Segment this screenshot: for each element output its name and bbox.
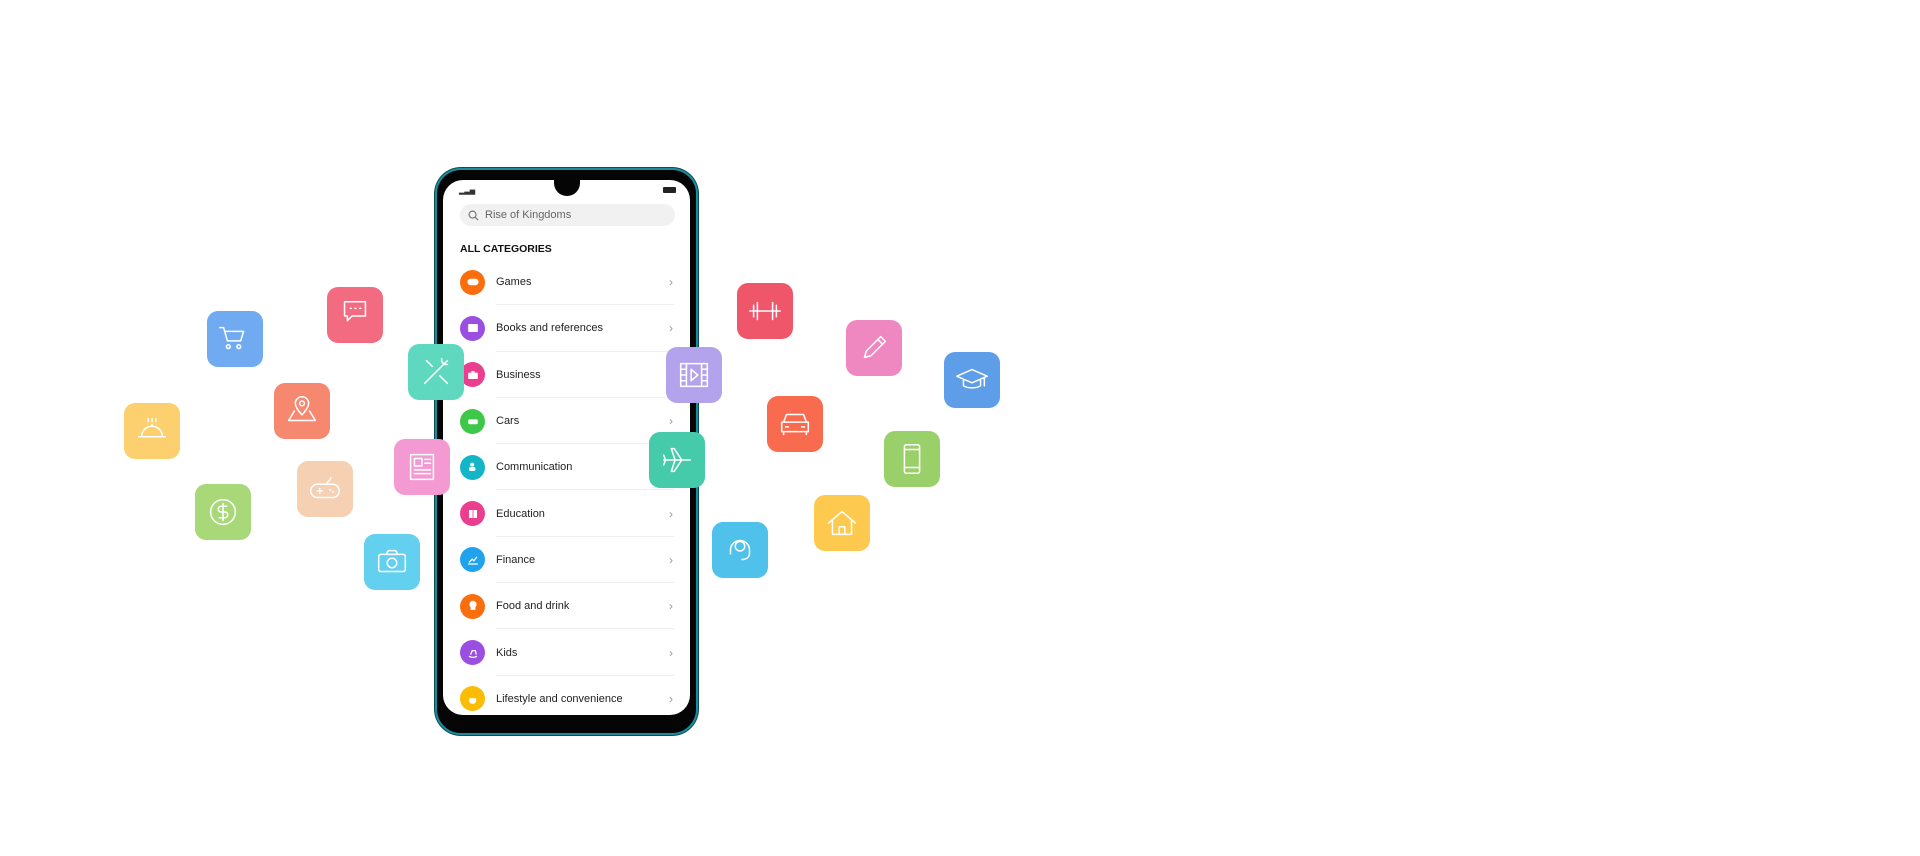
chevron-right-icon: ›: [669, 552, 673, 567]
video-icon: [666, 347, 722, 403]
category-label: Games: [496, 276, 532, 289]
signal-icon: ▂▃▅: [459, 188, 476, 195]
chevron-right-icon: ›: [669, 321, 673, 336]
category-cars[interactable]: Cars ›: [460, 398, 675, 445]
tools-icon: [408, 344, 464, 400]
chart-icon: [460, 547, 485, 573]
category-kids[interactable]: Kids ›: [460, 629, 675, 676]
food-cloche-icon: [124, 403, 180, 459]
section-heading: ALL CATEGORIES: [460, 243, 552, 255]
newspaper-icon: [394, 439, 450, 495]
category-label: Communication: [496, 461, 573, 474]
category-label: Books and references: [496, 322, 604, 335]
category-education[interactable]: Education ›: [460, 490, 675, 538]
chef-hat-icon: [460, 593, 485, 619]
category-finance[interactable]: Finance ›: [460, 537, 675, 584]
dollar-icon: [195, 484, 251, 540]
camera-icon: [364, 534, 420, 590]
shopping-cart-icon: [207, 311, 263, 367]
category-lifestyle-and-convenience[interactable]: Lifestyle and convenience ›: [460, 676, 675, 715]
chevron-right-icon: ›: [669, 275, 673, 290]
book-icon: [460, 315, 485, 341]
chevron-right-icon: ›: [669, 691, 673, 706]
map-pin-icon: [274, 383, 330, 439]
gamepad-icon: [460, 269, 485, 295]
category-business[interactable]: Business›: [460, 352, 675, 399]
category-label: Lifestyle and convenience: [496, 692, 623, 705]
graduation-cap-icon: [944, 352, 1000, 408]
search-icon: [468, 210, 479, 221]
coffee-icon: [460, 686, 485, 712]
category-label: Finance: [496, 553, 536, 566]
open-book-icon: [460, 501, 485, 527]
category-label: Education: [496, 507, 545, 520]
category-label: Cars: [496, 415, 520, 428]
home-icon: [814, 495, 870, 551]
category-food-and-drink[interactable]: Food and drink ›: [460, 583, 675, 630]
category-communication[interactable]: Communication›: [460, 444, 675, 491]
search-input[interactable]: Rise of Kingdoms: [460, 204, 675, 226]
contacts-icon: [460, 454, 485, 480]
headset-icon: [712, 522, 768, 578]
chevron-right-icon: ›: [669, 645, 673, 660]
smartphone-icon: [884, 431, 940, 487]
car-icon: [767, 396, 823, 452]
category-label: Business: [496, 368, 541, 381]
pencil-icon: [846, 320, 902, 376]
chevron-right-icon: ›: [669, 599, 673, 614]
car-icon: [460, 408, 485, 434]
airplane-icon: [649, 432, 705, 488]
dumbbell-icon: [737, 283, 793, 339]
chevron-right-icon: ›: [669, 414, 673, 429]
category-games[interactable]: Games ›: [460, 259, 675, 306]
search-placeholder: Rise of Kingdoms: [485, 209, 572, 221]
rocking-horse-icon: [460, 640, 485, 666]
category-books-and-references[interactable]: Books and references ›: [460, 305, 675, 352]
chevron-right-icon: ›: [669, 506, 673, 521]
camera-notch: [553, 180, 580, 196]
chat-bubble-icon: [327, 287, 383, 343]
category-label: Kids: [496, 646, 518, 659]
battery-icon: [663, 187, 676, 193]
category-label: Food and drink: [496, 600, 570, 613]
category-list: Games›Books and references›Business›Cars…: [460, 259, 675, 715]
gamepad-icon: [297, 461, 353, 517]
